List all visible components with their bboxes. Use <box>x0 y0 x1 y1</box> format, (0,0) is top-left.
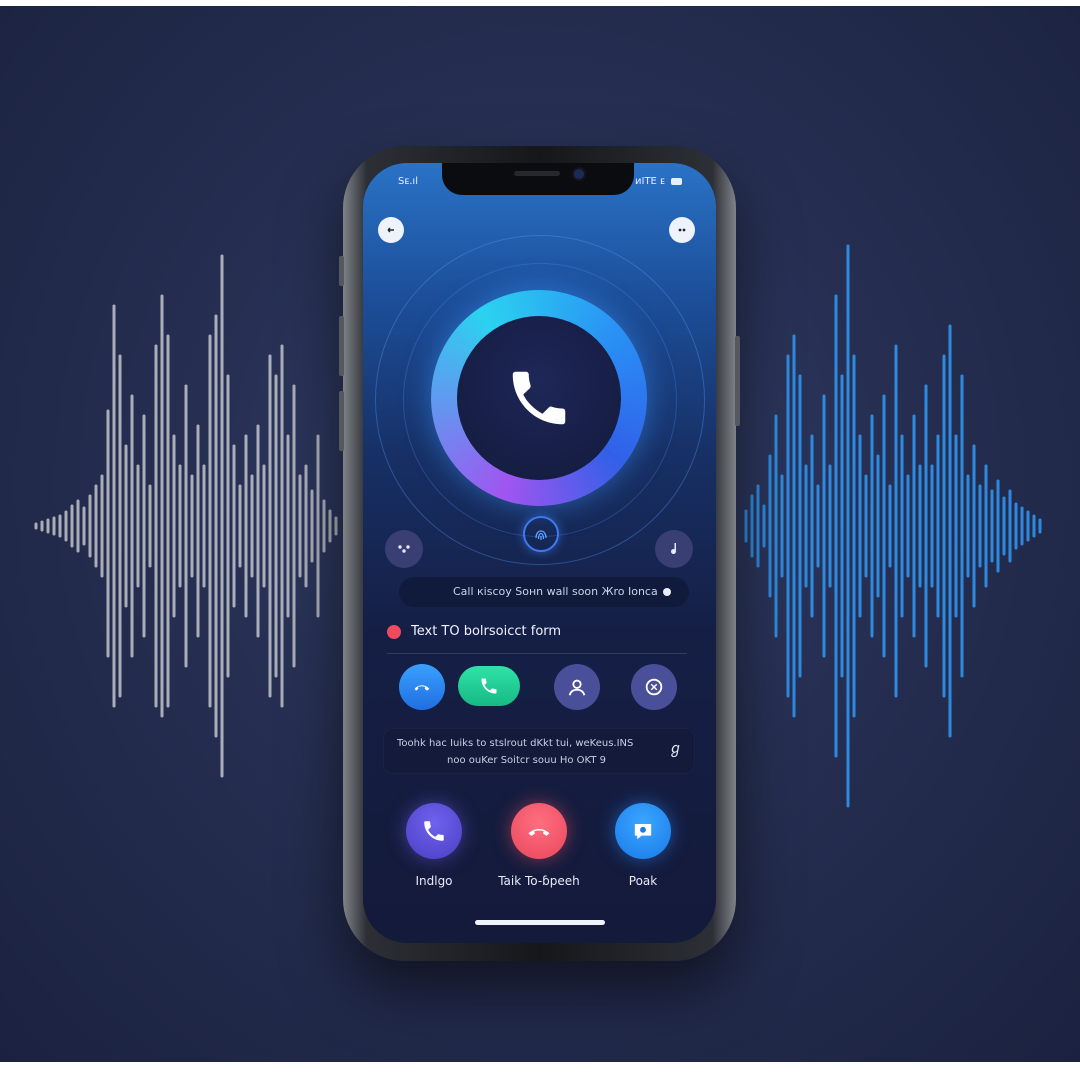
call-info-bar: Call кiscoy Soнn wаll soon Жro Ionca <box>399 577 689 607</box>
speak-button[interactable] <box>615 803 671 859</box>
status-right: ᴎITE ᴇ <box>635 176 682 187</box>
right-sound-wave <box>744 244 1042 808</box>
chat-call-button[interactable] <box>458 666 520 706</box>
mute-switch <box>339 256 344 286</box>
status-carrier: Sᴇ.ıl <box>398 176 418 187</box>
record-icon <box>387 624 401 639</box>
volume-up-button <box>339 316 344 376</box>
action-label-indigo: Indlgo <box>415 874 453 888</box>
smartphone: Sᴇ.ıl ᴎITE ᴇ Call кiscoy Soнn wаll soon … <box>339 146 740 961</box>
voice-button[interactable] <box>631 664 677 710</box>
chat-call-icon <box>481 678 497 694</box>
contact-icon <box>568 679 586 696</box>
message-box: Toohk hac Iuiks to stslrout dKkt tui, we… <box>383 728 695 774</box>
home-indicator[interactable] <box>475 920 605 925</box>
status-network: ᴎITE ᴇ <box>635 176 665 187</box>
music-note-icon[interactable] <box>655 530 693 568</box>
indigo-call-button[interactable] <box>406 803 462 859</box>
background-scene: Sᴇ.ıl ᴎITE ᴇ Call кiscoy Soнn wаll soon … <box>0 6 1080 1062</box>
main-call-button[interactable] <box>431 290 647 506</box>
call-info-text: Call кiscoy Soнn wаll soon Жro Ionca <box>453 585 658 598</box>
voice-bubble-icon <box>634 824 652 840</box>
dots-icon[interactable] <box>385 530 423 568</box>
message-action-icon[interactable]: ℊ <box>668 737 683 758</box>
back-icon[interactable] <box>378 217 404 243</box>
power-button <box>735 336 740 426</box>
front-camera <box>574 169 584 179</box>
divider <box>387 653 687 654</box>
phone-icon <box>512 371 566 425</box>
quick-call-button[interactable] <box>399 664 445 710</box>
main-call-inner <box>457 316 621 480</box>
earpiece <box>514 171 560 176</box>
hang-up-icon <box>528 828 550 836</box>
notch <box>442 163 634 195</box>
call-icon <box>414 685 430 691</box>
phone-icon <box>424 821 444 841</box>
voice-icon <box>645 678 663 696</box>
message-line-2: noo ouKer Soitcr souu Ho OKT 9 <box>447 755 606 766</box>
info-indicator-icon <box>663 588 671 596</box>
section-header: Text TO bolrsoicct form <box>387 624 561 639</box>
battery-icon <box>670 177 682 185</box>
left-sound-wave <box>34 254 338 778</box>
more-icon[interactable] <box>669 217 695 243</box>
phone-screen: Sᴇ.ıl ᴎITE ᴇ Call кiscoy Soнn wаll soon … <box>363 163 716 943</box>
action-label-talk-to-speech: Taik To-ɓpeeh <box>498 874 580 888</box>
message-line-1: Toohk hac Iuiks to stslrout dKkt tui, we… <box>397 738 634 749</box>
action-label-speak: Poak <box>628 874 658 888</box>
fingerprint-icon[interactable] <box>523 516 559 552</box>
hang-up-button[interactable] <box>511 803 567 859</box>
volume-down-button <box>339 391 344 451</box>
section-label: Text TO bolrsoicct form <box>411 624 562 639</box>
contact-button[interactable] <box>554 664 600 710</box>
